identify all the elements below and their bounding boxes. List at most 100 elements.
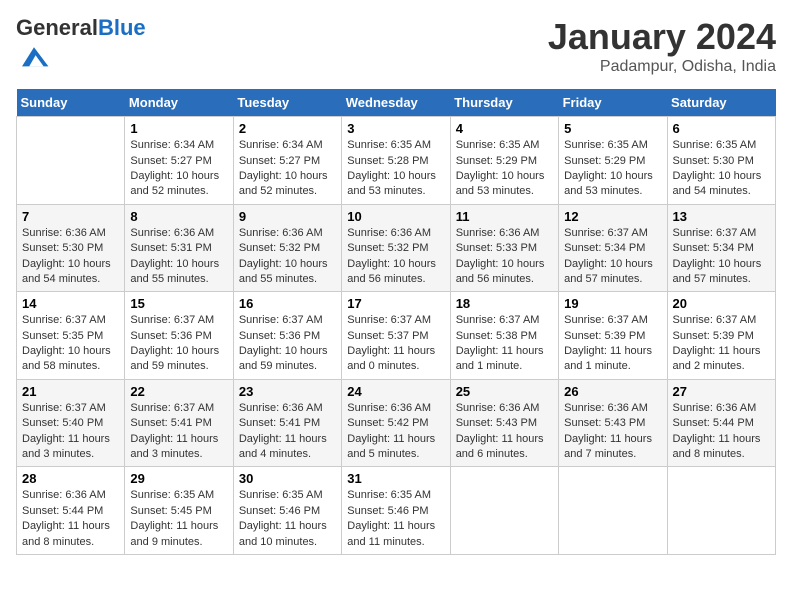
calendar-cell: 21 Sunrise: 6:37 AMSunset: 5:40 PMDayligh… — [17, 379, 125, 467]
day-number: 26 — [564, 384, 661, 399]
day-header-tuesday: Tuesday — [233, 89, 341, 117]
day-number: 15 — [130, 296, 227, 311]
day-info: Sunrise: 6:37 AMSunset: 5:36 PMDaylight:… — [130, 313, 227, 375]
day-number: 29 — [130, 471, 227, 486]
day-number: 17 — [347, 296, 444, 311]
calendar-cell — [17, 117, 125, 205]
day-number: 10 — [347, 209, 444, 224]
day-info: Sunrise: 6:36 AMSunset: 5:43 PMDaylight:… — [564, 401, 661, 463]
calendar-header-row: SundayMondayTuesdayWednesdayThursdayFrid… — [17, 89, 776, 117]
day-info: Sunrise: 6:35 AMSunset: 5:30 PMDaylight:… — [673, 138, 770, 200]
day-info: Sunrise: 6:37 AMSunset: 5:36 PMDaylight:… — [239, 313, 336, 375]
day-number: 11 — [456, 209, 553, 224]
day-number: 5 — [564, 121, 661, 136]
logo: GeneralBlue — [16, 16, 146, 77]
calendar-cell: 8 Sunrise: 6:36 AMSunset: 5:31 PMDaylight… — [125, 204, 233, 292]
day-info: Sunrise: 6:35 AMSunset: 5:28 PMDaylight:… — [347, 138, 444, 200]
calendar-cell: 13Sunrise: 6:37 AMSunset: 5:34 PMDayligh… — [667, 204, 775, 292]
calendar-cell: 31 Sunrise: 6:35 AMSunset: 5:46 PMDayligh… — [342, 467, 450, 555]
calendar-cell: 24 Sunrise: 6:36 AMSunset: 5:42 PMDayligh… — [342, 379, 450, 467]
day-number: 14 — [22, 296, 119, 311]
week-row-1: 1 Sunrise: 6:34 AMSunset: 5:27 PMDaylight… — [17, 117, 776, 205]
calendar-cell — [667, 467, 775, 555]
calendar-cell: 3Sunrise: 6:35 AMSunset: 5:28 PMDaylight… — [342, 117, 450, 205]
day-number: 27 — [673, 384, 770, 399]
day-number: 7 — [22, 209, 119, 224]
calendar-cell: 4Sunrise: 6:35 AMSunset: 5:29 PMDaylight… — [450, 117, 558, 205]
day-info: Sunrise: 6:36 AMSunset: 5:43 PMDaylight:… — [456, 401, 553, 463]
day-number: 1 — [130, 121, 227, 136]
week-row-4: 21 Sunrise: 6:37 AMSunset: 5:40 PMDayligh… — [17, 379, 776, 467]
day-number: 16 — [239, 296, 336, 311]
calendar-cell: 11Sunrise: 6:36 AMSunset: 5:33 PMDayligh… — [450, 204, 558, 292]
day-number: 24 — [347, 384, 444, 399]
calendar-cell: 23 Sunrise: 6:36 AMSunset: 5:41 PMDayligh… — [233, 379, 341, 467]
day-info: Sunrise: 6:36 AMSunset: 5:31 PMDaylight:… — [130, 226, 227, 288]
location-subtitle: Padampur, Odisha, India — [548, 58, 776, 76]
logo-general: General — [16, 15, 98, 40]
calendar-cell: 5Sunrise: 6:35 AMSunset: 5:29 PMDaylight… — [559, 117, 667, 205]
calendar-cell: 25 Sunrise: 6:36 AMSunset: 5:43 PMDayligh… — [450, 379, 558, 467]
calendar-cell: 1 Sunrise: 6:34 AMSunset: 5:27 PMDaylight… — [125, 117, 233, 205]
logo-icon — [18, 40, 50, 72]
day-info: Sunrise: 6:37 AMSunset: 5:38 PMDaylight:… — [456, 313, 553, 375]
calendar-cell: 17 Sunrise: 6:37 AMSunset: 5:37 PMDayligh… — [342, 292, 450, 380]
day-info: Sunrise: 6:34 AMSunset: 5:27 PMDaylight:… — [239, 138, 336, 200]
calendar-cell: 26 Sunrise: 6:36 AMSunset: 5:43 PMDayligh… — [559, 379, 667, 467]
day-info: Sunrise: 6:36 AMSunset: 5:41 PMDaylight:… — [239, 401, 336, 463]
day-number: 31 — [347, 471, 444, 486]
day-number: 22 — [130, 384, 227, 399]
logo-text: GeneralBlue — [16, 16, 146, 40]
week-row-3: 14 Sunrise: 6:37 AMSunset: 5:35 PMDayligh… — [17, 292, 776, 380]
day-number: 2 — [239, 121, 336, 136]
calendar-cell — [450, 467, 558, 555]
day-number: 21 — [22, 384, 119, 399]
calendar-cell: 28 Sunrise: 6:36 AMSunset: 5:44 PMDayligh… — [17, 467, 125, 555]
week-row-5: 28 Sunrise: 6:36 AMSunset: 5:44 PMDayligh… — [17, 467, 776, 555]
day-info: Sunrise: 6:36 AMSunset: 5:42 PMDaylight:… — [347, 401, 444, 463]
calendar-cell: 6 Sunrise: 6:35 AMSunset: 5:30 PMDaylight… — [667, 117, 775, 205]
calendar-cell: 18 Sunrise: 6:37 AMSunset: 5:38 PMDayligh… — [450, 292, 558, 380]
day-info: Sunrise: 6:37 AMSunset: 5:39 PMDaylight:… — [673, 313, 770, 375]
calendar-cell: 7 Sunrise: 6:36 AMSunset: 5:30 PMDaylight… — [17, 204, 125, 292]
day-number: 20 — [673, 296, 770, 311]
day-header-wednesday: Wednesday — [342, 89, 450, 117]
day-info: Sunrise: 6:37 AMSunset: 5:34 PMDaylight:… — [564, 226, 661, 288]
calendar-cell: 10 Sunrise: 6:36 AMSunset: 5:32 PMDayligh… — [342, 204, 450, 292]
day-info: Sunrise: 6:35 AMSunset: 5:45 PMDaylight:… — [130, 488, 227, 550]
day-info: Sunrise: 6:37 AMSunset: 5:39 PMDaylight:… — [564, 313, 661, 375]
day-number: 23 — [239, 384, 336, 399]
day-number: 8 — [130, 209, 227, 224]
calendar-cell: 30Sunrise: 6:35 AMSunset: 5:46 PMDayligh… — [233, 467, 341, 555]
day-number: 4 — [456, 121, 553, 136]
day-number: 18 — [456, 296, 553, 311]
day-number: 6 — [673, 121, 770, 136]
day-info: Sunrise: 6:36 AMSunset: 5:32 PMDaylight:… — [239, 226, 336, 288]
day-header-monday: Monday — [125, 89, 233, 117]
day-info: Sunrise: 6:36 AMSunset: 5:32 PMDaylight:… — [347, 226, 444, 288]
day-info: Sunrise: 6:37 AMSunset: 5:40 PMDaylight:… — [22, 401, 119, 463]
week-row-2: 7 Sunrise: 6:36 AMSunset: 5:30 PMDaylight… — [17, 204, 776, 292]
calendar-cell: 19Sunrise: 6:37 AMSunset: 5:39 PMDayligh… — [559, 292, 667, 380]
day-header-sunday: Sunday — [17, 89, 125, 117]
calendar-cell: 15 Sunrise: 6:37 AMSunset: 5:36 PMDayligh… — [125, 292, 233, 380]
calendar-cell: 27Sunrise: 6:36 AMSunset: 5:44 PMDayligh… — [667, 379, 775, 467]
calendar-cell: 20 Sunrise: 6:37 AMSunset: 5:39 PMDayligh… — [667, 292, 775, 380]
day-number: 28 — [22, 471, 119, 486]
day-info: Sunrise: 6:36 AMSunset: 5:30 PMDaylight:… — [22, 226, 119, 288]
day-info: Sunrise: 6:37 AMSunset: 5:37 PMDaylight:… — [347, 313, 444, 375]
day-info: Sunrise: 6:35 AMSunset: 5:46 PMDaylight:… — [239, 488, 336, 550]
logo-blue: Blue — [98, 15, 146, 40]
day-info: Sunrise: 6:37 AMSunset: 5:41 PMDaylight:… — [130, 401, 227, 463]
calendar-cell: 9Sunrise: 6:36 AMSunset: 5:32 PMDaylight… — [233, 204, 341, 292]
calendar-cell: 22 Sunrise: 6:37 AMSunset: 5:41 PMDayligh… — [125, 379, 233, 467]
calendar-cell: 14 Sunrise: 6:37 AMSunset: 5:35 PMDayligh… — [17, 292, 125, 380]
day-info: Sunrise: 6:36 AMSunset: 5:44 PMDaylight:… — [22, 488, 119, 550]
calendar-table: SundayMondayTuesdayWednesdayThursdayFrid… — [16, 89, 776, 555]
day-header-friday: Friday — [559, 89, 667, 117]
day-number: 12 — [564, 209, 661, 224]
day-number: 25 — [456, 384, 553, 399]
day-info: Sunrise: 6:37 AMSunset: 5:35 PMDaylight:… — [22, 313, 119, 375]
day-info: Sunrise: 6:34 AMSunset: 5:27 PMDaylight:… — [130, 138, 227, 200]
day-info: Sunrise: 6:35 AMSunset: 5:46 PMDaylight:… — [347, 488, 444, 550]
